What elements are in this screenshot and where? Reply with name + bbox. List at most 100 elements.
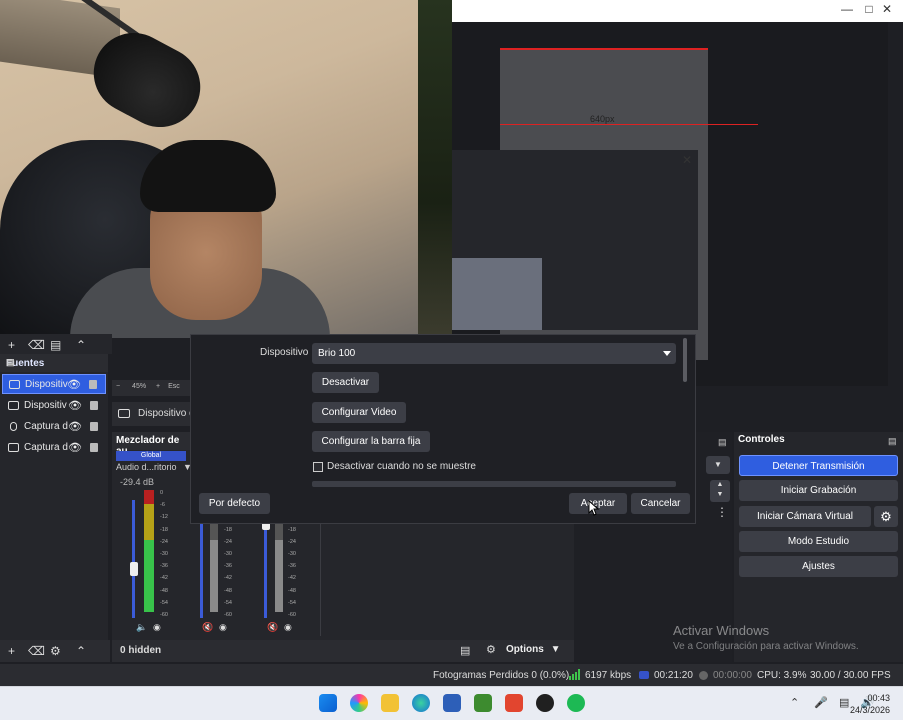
lock-icon[interactable]: [90, 443, 98, 452]
nested-resolution-label: 640px: [590, 114, 615, 124]
add-icon[interactable]: +: [8, 338, 15, 352]
hidden-count: 0 hidden: [120, 645, 162, 656]
trash-icon[interactable]: ⌫: [28, 338, 45, 352]
filter-icon[interactable]: ▤: [50, 338, 61, 352]
minecraft-icon[interactable]: [474, 694, 492, 712]
mixer-settings-icon[interactable]: ⚙: [486, 643, 496, 656]
dialog-horizontal-scrollbar[interactable]: [312, 481, 676, 487]
volume-slider-knob[interactable]: [130, 562, 138, 576]
global-tag: Global: [116, 451, 186, 461]
volume-slider-track[interactable]: [132, 500, 135, 618]
channel-divider: [320, 520, 321, 636]
camera-icon: [8, 401, 19, 410]
start-icon[interactable]: [319, 694, 337, 712]
activation-watermark-title: Activar Windows: [673, 623, 770, 638]
clock-date: 24/3/2026: [849, 705, 890, 715]
zoom-level: 45%: [132, 383, 147, 390]
taskbar-clock[interactable]: 00:43 24/3/2026: [846, 692, 890, 716]
defaults-button[interactable]: Por defecto: [199, 493, 270, 514]
edge-icon[interactable]: [412, 694, 430, 712]
dock-icon[interactable]: ▤: [888, 436, 897, 447]
nested-obs-capture: 640px ✕: [452, 22, 888, 386]
source-label: Dispositiv: [24, 400, 67, 411]
move-up-icon[interactable]: ⌃: [76, 644, 86, 658]
studio-mode-button[interactable]: Modo Estudio: [739, 531, 898, 552]
close-icon[interactable]: ✕: [872, 2, 902, 16]
red-guide-line: [500, 124, 758, 125]
start-virtual-cam-button[interactable]: Iniciar Cámara Virtual: [739, 506, 871, 527]
obs-icon[interactable]: [536, 694, 554, 712]
lock-icon[interactable]: [90, 422, 98, 431]
meter-scale: 0-6-12-18-24-30-36-42-48-54-60: [160, 490, 168, 619]
source-item[interactable]: Dispositiv 👁: [2, 374, 106, 394]
more-icon[interactable]: ⋮: [716, 505, 728, 519]
dock-icon[interactable]: ▤: [6, 357, 104, 368]
muted-speaker-icon[interactable]: 🔇: [267, 622, 278, 633]
brave-icon[interactable]: [505, 694, 523, 712]
start-recording-button[interactable]: Iniciar Grabación: [739, 480, 898, 501]
channel-label: Audio d...ritorio: [116, 462, 177, 472]
deactivate-when-hidden-checkbox[interactable]: [313, 462, 323, 472]
source-item[interactable]: Captura d 👁: [2, 438, 106, 458]
muted-speaker-icon[interactable]: 🔇: [202, 622, 213, 633]
stream-time: 00:21:20: [654, 670, 693, 681]
captured-window-titlebar: — □ ✕: [452, 0, 903, 22]
device-select[interactable]: Brio 100: [312, 343, 676, 364]
mixer-channel-name[interactable]: Audio d...ritorio ▼: [116, 462, 192, 472]
store-icon[interactable]: [443, 694, 461, 712]
chevron-up-icon[interactable]: ⌃: [790, 697, 799, 709]
mixer-db-value: -29.4 dB: [120, 477, 155, 487]
trash-icon[interactable]: ⌫: [28, 644, 45, 658]
deactivate-button[interactable]: Desactivar: [312, 372, 379, 393]
lock-icon[interactable]: [90, 401, 98, 410]
lock-icon[interactable]: [89, 380, 97, 389]
eye-icon[interactable]: 👁: [68, 417, 82, 437]
add-icon[interactable]: +: [8, 644, 15, 658]
duration-stepper[interactable]: ▲ ▼: [710, 480, 730, 502]
activation-watermark-text: Ve a Configuración para activar Windows.: [673, 641, 859, 652]
dialog-scrollbar[interactable]: [683, 338, 687, 382]
camera-icon: [118, 409, 130, 418]
zoom-minus-icon[interactable]: −: [116, 383, 120, 390]
settings-button[interactable]: Ajustes: [739, 556, 898, 577]
eye-icon[interactable]: 👁: [68, 396, 82, 416]
chevron-down-icon: [663, 351, 671, 356]
gear-icon[interactable]: ⚙: [50, 644, 61, 658]
camera-icon: [9, 380, 20, 389]
layout-icon[interactable]: ▤: [460, 644, 470, 657]
options-menu[interactable]: Options ▼: [506, 644, 560, 655]
dock-icon[interactable]: ▤: [718, 437, 727, 448]
hair-graphic: [140, 140, 276, 212]
stop-stream-button[interactable]: Detener Transmisión: [739, 455, 898, 476]
zoom-plus-icon[interactable]: +: [156, 383, 160, 390]
file-explorer-icon[interactable]: [381, 694, 399, 712]
source-item[interactable]: Captura d 👁: [2, 417, 106, 437]
configure-bar-button[interactable]: Configurar la barra fija: [312, 431, 430, 452]
mic-icon: [10, 422, 17, 431]
device-value: Brio 100: [318, 348, 356, 359]
fps-readout: 30.00 / 30.00 FPS: [810, 670, 891, 681]
mic-icon[interactable]: 🎤: [814, 697, 828, 709]
virtual-cam-settings-button[interactable]: ⚙: [874, 506, 898, 527]
move-up-icon[interactable]: ⌃: [76, 338, 86, 352]
controls-title: Controles: [738, 434, 785, 445]
eye-icon[interactable]: 👁: [67, 375, 81, 395]
headphones-icon[interactable]: ◉: [219, 622, 227, 633]
stream-icon: [639, 671, 649, 679]
source-item[interactable]: Dispositiv 👁: [2, 396, 106, 416]
headphones-icon[interactable]: ◉: [284, 622, 292, 633]
speaker-icon[interactable]: 🔈: [136, 622, 147, 633]
transition-dropdown[interactable]: ▼: [706, 456, 730, 474]
source-label: Captura d: [24, 421, 68, 432]
eye-icon[interactable]: 👁: [68, 438, 82, 458]
configure-video-button[interactable]: Configurar Video: [312, 402, 406, 423]
gear-icon: ⚙: [880, 509, 892, 524]
monitor-icon: [8, 443, 19, 452]
headphones-icon[interactable]: ◉: [153, 622, 161, 633]
mixer-title: Mezclador de au: [112, 432, 192, 457]
cancel-button[interactable]: Cancelar: [631, 493, 690, 514]
cpu-usage: CPU: 3.9%: [757, 670, 807, 681]
spotify-icon[interactable]: [567, 694, 585, 712]
webcam-preview: [0, 0, 452, 338]
copilot-icon[interactable]: [350, 694, 368, 712]
